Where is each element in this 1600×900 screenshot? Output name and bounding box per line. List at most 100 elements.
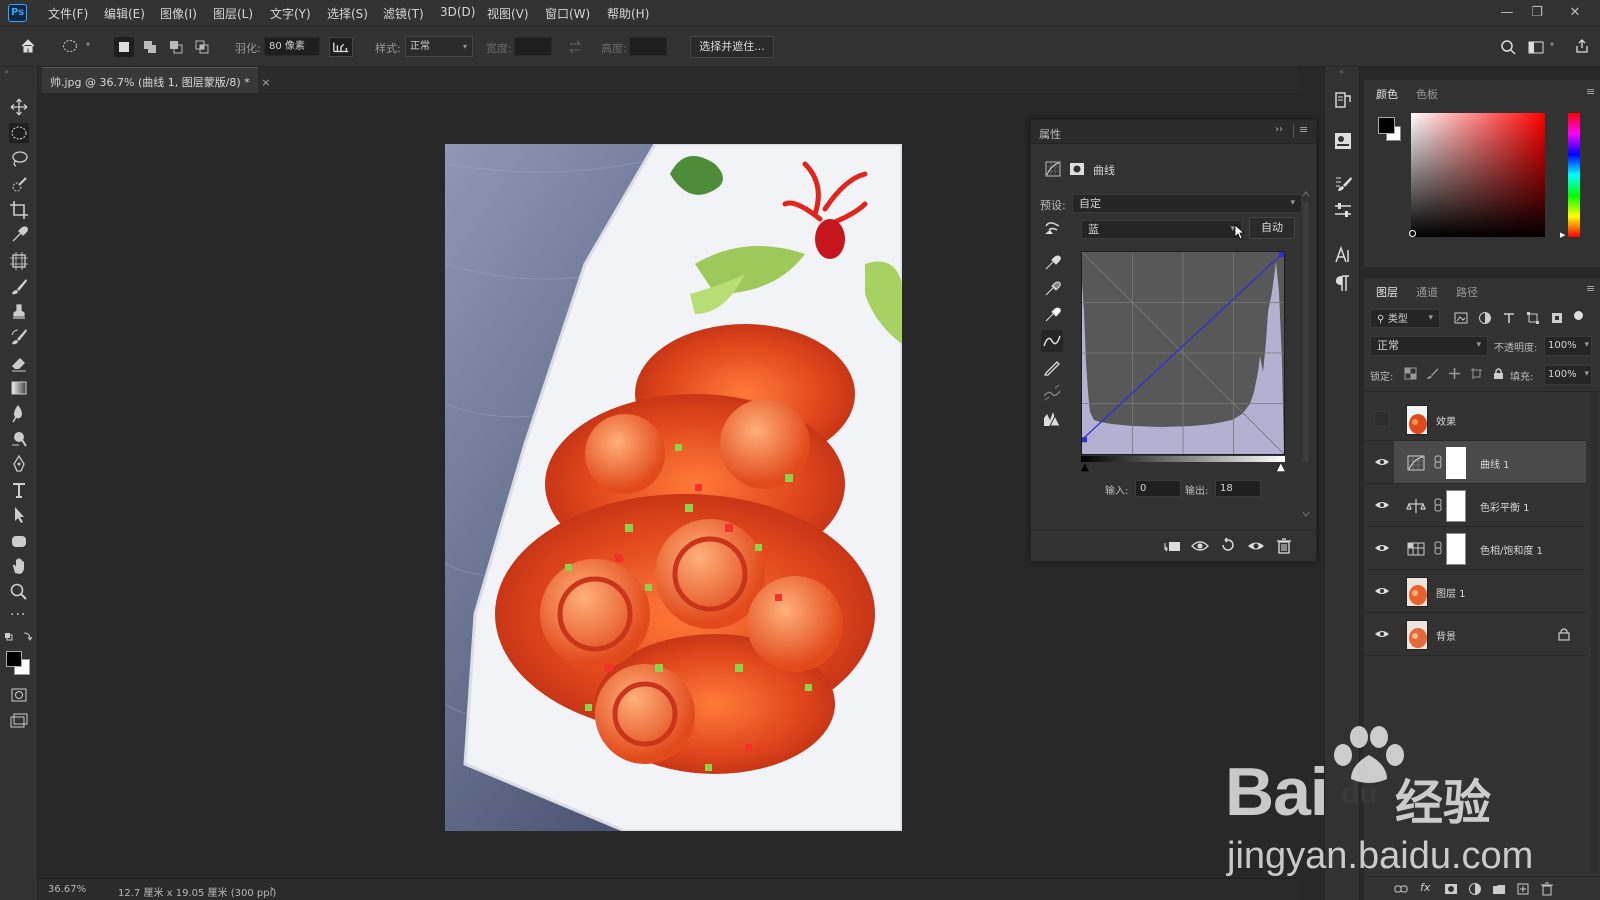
menu-select[interactable]: 选择(S): [327, 5, 368, 22]
menu-help[interactable]: 帮助(H): [607, 5, 649, 22]
document-image[interactable]: [445, 144, 902, 831]
properties-panel-icon[interactable]: [1333, 131, 1353, 151]
feather-input[interactable]: 80 像素: [264, 37, 320, 56]
paragraph-panel-icon[interactable]: [1333, 273, 1353, 293]
hue-marker-icon[interactable]: ▶: [1560, 231, 1565, 239]
blur-tool-icon[interactable]: [9, 403, 29, 423]
lock-transparent-icon[interactable]: [1404, 367, 1417, 380]
close-window-button[interactable]: ✕: [1562, 2, 1588, 24]
preset-select[interactable]: 自定 ▾: [1072, 194, 1302, 213]
quick-selection-icon[interactable]: [9, 175, 29, 195]
menu-view[interactable]: 视图(V): [487, 5, 529, 22]
add-selection-icon[interactable]: [142, 39, 158, 55]
hand-tool-icon[interactable]: [9, 556, 29, 576]
filter-smart-object-icon[interactable]: [1550, 311, 1564, 325]
layer-row[interactable]: 图层 1: [1364, 570, 1586, 613]
menu-layer[interactable]: 图层(L): [213, 5, 253, 22]
layer-mask-thumbnail[interactable]: [1446, 490, 1466, 522]
eye-icon[interactable]: [1374, 626, 1390, 642]
layer-name[interactable]: 曲线 1: [1480, 456, 1510, 471]
gradient-tool-icon[interactable]: [9, 378, 29, 398]
color-picker-marker[interactable]: [1409, 230, 1416, 237]
brush-tool-icon[interactable]: [9, 277, 29, 297]
delete-adjustment-icon[interactable]: [1275, 537, 1293, 555]
visibility-toggle-off[interactable]: [1374, 411, 1390, 427]
eye-icon[interactable]: [1374, 583, 1390, 599]
filter-adjustment-icon[interactable]: [1478, 311, 1492, 325]
foreground-color-swatch[interactable]: [6, 651, 22, 667]
document-tab[interactable]: 帅.jpg @ 36.7% (曲线 1, 图层蒙版/8) * ×: [42, 67, 270, 93]
swap-dimensions-icon[interactable]: [567, 39, 583, 55]
tab-layers[interactable]: 图层: [1376, 284, 1398, 300]
toggle-visibility-icon[interactable]: [1247, 537, 1265, 555]
filter-toggle-icon[interactable]: [1574, 311, 1583, 320]
shape-tool-icon[interactable]: [9, 531, 29, 551]
type-tool-icon[interactable]: [9, 480, 29, 500]
share-icon[interactable]: [1574, 38, 1590, 54]
tab-channels[interactable]: 通道: [1416, 284, 1438, 300]
menu-3d[interactable]: 3D(D): [440, 5, 475, 19]
layer-mask-thumbnail[interactable]: [1446, 447, 1466, 479]
hue-slider[interactable]: [1568, 113, 1580, 237]
curves-graph[interactable]: [1081, 251, 1285, 455]
layer-row[interactable]: 色彩平衡 1: [1364, 484, 1586, 527]
pen-tool-icon[interactable]: [9, 454, 29, 474]
saturation-brightness-field[interactable]: [1411, 113, 1545, 237]
layer-mask-thumbnail[interactable]: [1446, 533, 1466, 565]
layer-name[interactable]: 色相/饱和度 1: [1480, 542, 1543, 557]
subtract-selection-icon[interactable]: [168, 39, 184, 55]
screen-mode-icon[interactable]: [9, 711, 29, 731]
collapse-panel-icon[interactable]: ››: [1275, 124, 1283, 135]
menu-type[interactable]: 文字(Y): [270, 5, 311, 22]
workspace-icon[interactable]: [1528, 39, 1544, 55]
pencil-draw-icon[interactable]: [1041, 356, 1063, 378]
panel-menu-icon[interactable]: ≡: [1586, 85, 1595, 98]
brush-settings-icon[interactable]: [1333, 174, 1353, 194]
menu-file[interactable]: 文件(F): [48, 5, 88, 22]
search-icon[interactable]: [1500, 39, 1516, 55]
eye-icon[interactable]: [1374, 540, 1390, 556]
elliptical-marquee-tool[interactable]: [9, 123, 29, 143]
status-menu-arrow-icon[interactable]: ›: [270, 884, 274, 895]
link-icon[interactable]: [1434, 455, 1442, 469]
default-colors-icon[interactable]: [4, 630, 34, 644]
filter-type-icon[interactable]: [1502, 311, 1516, 325]
home-icon[interactable]: [20, 38, 36, 54]
layer-row[interactable]: 背景: [1364, 613, 1586, 656]
filter-shape-icon[interactable]: [1526, 311, 1540, 325]
height-input[interactable]: [629, 37, 667, 56]
collapse-arrows-icon[interactable]: »: [4, 67, 9, 76]
menu-filter[interactable]: 滤镜(T): [383, 5, 424, 22]
curve-control-point[interactable]: [1279, 252, 1284, 257]
character-panel-icon[interactable]: [1333, 245, 1353, 265]
layer-mask-icon[interactable]: [1069, 161, 1085, 177]
blend-mode-select[interactable]: 正常 ▾: [1370, 336, 1488, 356]
reset-adjustment-icon[interactable]: [1219, 537, 1237, 555]
layer-row[interactable]: 曲线 1: [1364, 441, 1586, 484]
panel-menu-icon[interactable]: ≡: [1586, 282, 1595, 295]
filter-pixel-icon[interactable]: [1454, 311, 1468, 325]
eraser-tool-icon[interactable]: [9, 353, 29, 373]
properties-scrollbar[interactable]: [1301, 190, 1311, 520]
new-selection-icon[interactable]: [114, 37, 134, 57]
curve-control-point[interactable]: [1082, 437, 1087, 443]
panel-menu-icon[interactable]: ≡: [1299, 123, 1308, 136]
intersect-selection-icon[interactable]: [194, 39, 210, 55]
lock-pixels-icon[interactable]: [1426, 367, 1439, 380]
layer-name[interactable]: 效果: [1436, 413, 1456, 428]
black-slider-icon[interactable]: ▲: [1081, 462, 1089, 473]
elliptical-marquee-icon[interactable]: [62, 38, 78, 54]
layer-row[interactable]: 色相/饱和度 1: [1364, 527, 1586, 570]
clip-to-layer-icon[interactable]: [1163, 537, 1181, 555]
collapse-arrows-icon[interactable]: «: [1339, 67, 1344, 76]
tab-color[interactable]: 颜色: [1376, 86, 1398, 102]
more-tools-icon[interactable]: ···: [10, 607, 26, 623]
menu-window[interactable]: 窗口(W): [545, 5, 590, 22]
layer-filter-select[interactable]: ⚲ 类型 ▾: [1370, 309, 1440, 328]
lasso-tool-icon[interactable]: [9, 149, 29, 169]
chevron-down-icon[interactable]: ▾: [1550, 40, 1554, 49]
output-value-field[interactable]: 18: [1215, 480, 1261, 497]
on-image-adjust-icon[interactable]: [1041, 218, 1063, 240]
move-tool-icon[interactable]: [9, 97, 29, 117]
menu-image[interactable]: 图像(I): [160, 5, 197, 22]
